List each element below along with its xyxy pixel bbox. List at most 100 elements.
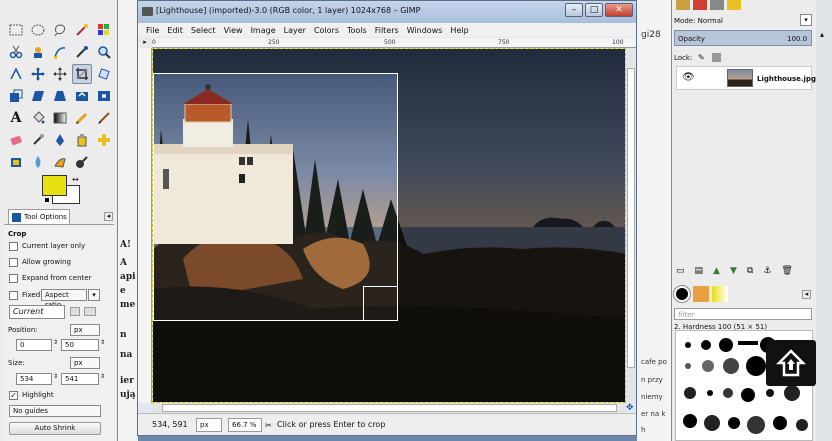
arrow-icon[interactable]: ▴ — [820, 30, 824, 39]
opacity-slider[interactable]: Opacity 100.0 — [674, 30, 812, 46]
position-unit-select[interactable]: px — [70, 324, 100, 336]
expand-from-center-checkbox[interactable] — [9, 274, 18, 283]
highlight-checkbox[interactable]: ✓ — [9, 391, 18, 400]
heal-tool-icon[interactable] — [94, 130, 114, 150]
position-x-input[interactable]: 0 — [16, 339, 52, 351]
menu-edit[interactable]: Edit — [167, 26, 183, 35]
guides-select[interactable]: No guides — [9, 405, 101, 417]
menu-help[interactable]: Help — [450, 26, 468, 35]
airbrush-tool-icon[interactable] — [28, 130, 48, 150]
align-tool-icon[interactable] — [50, 64, 70, 84]
current-layer-only-checkbox[interactable] — [9, 242, 18, 251]
ink-tool-icon[interactable] — [50, 130, 70, 150]
mode-label[interactable]: Mode: Normal — [674, 17, 723, 25]
menu-layer[interactable]: Layer — [284, 26, 306, 35]
image-canvas[interactable] — [152, 48, 626, 403]
text-tool-icon[interactable]: A — [6, 108, 26, 128]
size-unit-select[interactable]: px — [70, 357, 100, 369]
zoom-tool-icon[interactable] — [94, 42, 114, 62]
lower-layer-icon[interactable]: ▼ — [730, 266, 737, 278]
anchor-icon[interactable]: ⚓ — [763, 266, 771, 278]
patterns-tab-icon[interactable] — [693, 286, 709, 302]
fixed-mode-select[interactable]: Aspect ratio — [41, 289, 87, 309]
maximize-button[interactable]: □ — [585, 3, 603, 17]
menu-file[interactable]: File — [146, 26, 159, 35]
default-colors-icon[interactable] — [44, 197, 50, 203]
size-width-input[interactable]: 534 — [16, 373, 52, 385]
clone-tool-icon[interactable] — [72, 130, 92, 150]
scale-tool-icon[interactable] — [6, 86, 26, 106]
spin-arrows-icon[interactable]: ⇕ — [53, 339, 58, 346]
ellipse-select-tool-icon[interactable] — [28, 20, 48, 40]
zoom-select[interactable]: 66.7 % — [228, 418, 262, 432]
minimize-button[interactable]: – — [565, 3, 583, 17]
crop-resize-handle[interactable] — [363, 286, 398, 321]
delete-layer-icon[interactable]: 🗑 — [781, 266, 792, 278]
duplicate-layer-icon[interactable]: ⧉ — [747, 266, 753, 278]
scroll-thumb[interactable] — [627, 68, 635, 368]
dodge-burn-tool-icon[interactable] — [72, 152, 92, 172]
move-tool-icon[interactable] — [28, 64, 48, 84]
position-y-input[interactable]: 50 — [61, 339, 99, 351]
layers-tab-icon[interactable] — [676, 0, 690, 10]
crop-rectangle[interactable] — [153, 73, 398, 321]
new-layer-icon[interactable]: ▭ — [676, 266, 685, 278]
spin-arrows-icon[interactable]: ⇕ — [53, 373, 58, 380]
quick-mask-corner-icon[interactable]: ▸ — [138, 38, 152, 48]
brush-filter-input[interactable]: filter — [674, 308, 812, 320]
paths-tool-icon[interactable] — [50, 42, 70, 62]
new-group-icon[interactable]: ▤ — [695, 266, 704, 278]
perspective-clone-tool-icon[interactable] — [6, 152, 26, 172]
brushes-tab-icon[interactable] — [673, 285, 691, 303]
flip-tool-icon[interactable] — [72, 86, 92, 106]
vertical-scrollbar[interactable] — [626, 48, 636, 403]
allow-growing-checkbox[interactable] — [9, 258, 18, 267]
menu-view[interactable]: View — [224, 26, 243, 35]
gradients-tab-icon[interactable] — [712, 286, 728, 302]
foreground-color-swatch[interactable] — [42, 175, 67, 196]
raise-layer-icon[interactable]: ▲ — [713, 266, 720, 278]
swap-colors-icon[interactable]: ↔ — [72, 175, 79, 184]
scissors-tool-icon[interactable] — [6, 42, 26, 62]
layer-row[interactable]: 👁 Lighthouse.jpg — [676, 66, 816, 90]
rect-select-tool-icon[interactable] — [6, 20, 26, 40]
menu-select[interactable]: Select — [191, 26, 216, 35]
undo-tab-icon[interactable] — [727, 0, 741, 10]
fuzzy-select-tool-icon[interactable] — [72, 20, 92, 40]
lock-pixels-icon[interactable]: ✎ — [698, 53, 705, 62]
tab-tool-options[interactable]: Tool Options — [8, 209, 70, 224]
menu-colors[interactable]: Colors — [314, 26, 339, 35]
bucket-fill-tool-icon[interactable] — [28, 108, 48, 128]
menu-filters[interactable]: Filters — [375, 26, 399, 35]
spin-arrows-icon[interactable]: ⇕ — [100, 373, 105, 380]
fixed-checkbox[interactable] — [9, 291, 18, 300]
spin-arrows-icon[interactable]: ⇕ — [100, 339, 105, 346]
menu-windows[interactable]: Windows — [407, 26, 443, 35]
chevron-down-icon[interactable]: ▾ — [800, 14, 812, 26]
channels-tab-icon[interactable] — [693, 0, 707, 10]
crop-tool-icon[interactable] — [72, 64, 92, 84]
dock-menu-icon[interactable]: ◂ — [802, 290, 811, 299]
close-button[interactable]: ✕ — [605, 3, 633, 17]
outer-scrollbar[interactable]: ▴ — [816, 0, 832, 441]
eye-icon[interactable]: 👁 — [682, 72, 695, 83]
blend-tool-icon[interactable] — [50, 108, 70, 128]
home-icon[interactable] — [766, 340, 816, 386]
horizontal-scrollbar[interactable] — [152, 403, 626, 413]
menu-tools[interactable]: Tools — [347, 26, 367, 35]
pencil-tool-icon[interactable] — [72, 108, 92, 128]
scroll-thumb[interactable] — [162, 404, 617, 412]
foreground-select-tool-icon[interactable] — [28, 42, 48, 62]
measure-tool-icon[interactable] — [6, 64, 26, 84]
navigate-icon[interactable]: ✥ — [626, 403, 636, 413]
unit-select[interactable]: px — [196, 418, 222, 432]
paintbrush-tool-icon[interactable] — [94, 108, 114, 128]
auto-shrink-button[interactable]: Auto Shrink — [9, 422, 101, 435]
smudge-tool-icon[interactable] — [50, 152, 70, 172]
portrait-icon[interactable] — [70, 307, 80, 316]
chevron-down-icon[interactable]: ▾ — [88, 289, 100, 301]
blur-tool-icon[interactable] — [28, 152, 48, 172]
shear-tool-icon[interactable] — [28, 86, 48, 106]
lock-alpha-icon[interactable] — [712, 53, 721, 62]
aspect-ratio-input[interactable]: Current — [9, 305, 65, 319]
